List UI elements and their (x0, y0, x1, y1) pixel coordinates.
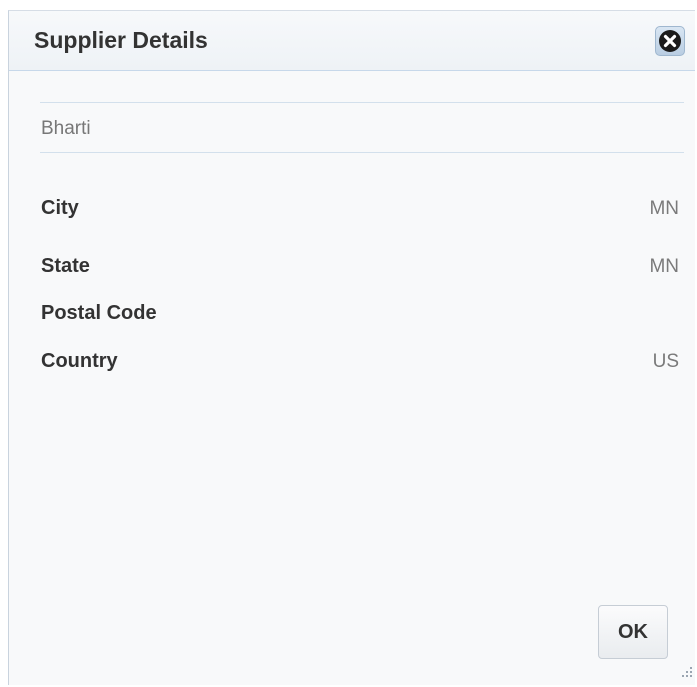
supplier-name: Bharti (41, 118, 91, 139)
supplier-details-dialog: Supplier Details Bharti City MN State MN… (8, 10, 695, 685)
divider-top (40, 102, 684, 103)
city-label: City (41, 197, 79, 219)
city-value: MN (649, 198, 679, 219)
postal-code-label: Postal Code (41, 302, 157, 324)
divider-bottom (40, 152, 684, 153)
dialog-title: Supplier Details (34, 27, 208, 53)
close-button[interactable] (655, 26, 685, 56)
country-value: US (652, 351, 679, 372)
state-label: State (41, 255, 90, 277)
ok-button[interactable]: OK (598, 605, 668, 659)
dialog-header: Supplier Details (9, 11, 695, 71)
state-value: MN (649, 256, 679, 277)
country-label: Country (41, 350, 118, 372)
resize-grip-icon[interactable] (678, 663, 694, 679)
